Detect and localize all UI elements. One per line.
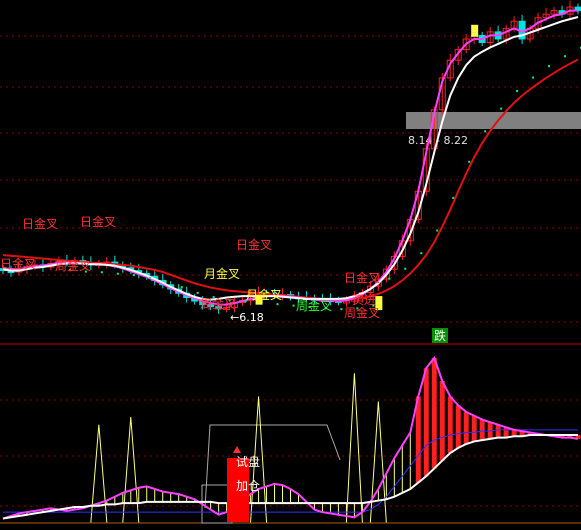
trend-dot-12 bbox=[100, 271, 103, 274]
trial-arrow-icon bbox=[233, 446, 241, 453]
trial-zone-outline bbox=[204, 424, 341, 509]
osc-bar-52 bbox=[415, 396, 421, 483]
label-zhou-cross-2: 周金叉 bbox=[200, 296, 236, 311]
low-price-label: ←6.18 bbox=[230, 311, 264, 324]
trend-dot-56 bbox=[452, 196, 455, 199]
trend-dot-70 bbox=[564, 55, 567, 58]
trend-dot-68 bbox=[548, 65, 551, 68]
osc-bar-59 bbox=[471, 415, 477, 442]
trend-dot-64 bbox=[516, 89, 519, 92]
osc-bar-55 bbox=[439, 381, 445, 461]
trend-dot-58 bbox=[468, 160, 471, 163]
trend-dot-20 bbox=[164, 280, 167, 283]
label-ri-cross-5: 日金叉 bbox=[344, 270, 380, 285]
chart-canvas: 8.14 - 8.22日金叉日金叉日金叉周金叉日金叉月金叉月金叉周金叉 周金叉日金… bbox=[0, 0, 581, 524]
trend-dot-54 bbox=[436, 229, 439, 232]
osc-bar-60 bbox=[479, 419, 485, 441]
trend-dot-60 bbox=[484, 130, 487, 133]
osc-bar-53 bbox=[423, 368, 429, 477]
trend-dot-24 bbox=[196, 291, 199, 294]
trend-dot-16 bbox=[132, 274, 135, 277]
label-zhou-cross-1: 周金叉 bbox=[55, 258, 91, 273]
trend-dot-50 bbox=[404, 267, 407, 270]
add-label: 加仓 bbox=[236, 479, 260, 493]
marker-yellow-3 bbox=[471, 24, 479, 37]
stock-chart: 8.14 - 8.22 日金叉 日金叉 日金叉 周金叉 日金叉 月金叉 月金叉 周金叉 周金叉 日金… bbox=[0, 0, 581, 530]
ma_white-line bbox=[2, 16, 579, 301]
trend-dot-48 bbox=[388, 277, 391, 280]
osc-spike-0 bbox=[90, 424, 108, 523]
trend-dot-34 bbox=[276, 303, 279, 306]
label-yue-cross-1: 月金叉 bbox=[204, 266, 240, 281]
osc-spike-1 bbox=[122, 416, 140, 523]
label-ri-cross-4: 日金叉 bbox=[236, 237, 272, 252]
label-yue-cross-2: 月金叉 bbox=[246, 287, 282, 302]
osc-bar-58 bbox=[463, 411, 469, 444]
osc-white-line bbox=[2, 434, 578, 520]
trend-dot-62 bbox=[500, 107, 503, 110]
trend-dot-66 bbox=[532, 76, 535, 79]
label-ri-cross-2: 日金叉 bbox=[0, 256, 36, 271]
fall-label: 跌 bbox=[434, 328, 446, 343]
osc-bar-56 bbox=[447, 396, 453, 453]
label-ri-cross-1: 日金叉 bbox=[22, 216, 58, 231]
label-zhou-cross-4: 周金叉 bbox=[344, 305, 380, 320]
label-buy-entry: 买进 bbox=[352, 293, 376, 307]
trend-dot-36 bbox=[292, 304, 295, 307]
trend-dot-14 bbox=[116, 272, 119, 275]
label-ri-cross-3: 日金叉 bbox=[80, 214, 116, 229]
trial-label: 试盘 bbox=[236, 454, 260, 469]
trend-dot-22 bbox=[180, 286, 183, 289]
trend-dot-52 bbox=[420, 252, 423, 255]
osc-bar-57 bbox=[455, 405, 461, 448]
osc-bar-62 bbox=[495, 424, 501, 438]
trend-dot-18 bbox=[148, 276, 151, 279]
label-zhou-cross-3: 周金叉 bbox=[296, 298, 332, 313]
osc-bar-54 bbox=[431, 357, 437, 469]
osc-spike-3 bbox=[345, 373, 363, 523]
trend-dot-42 bbox=[340, 308, 343, 311]
